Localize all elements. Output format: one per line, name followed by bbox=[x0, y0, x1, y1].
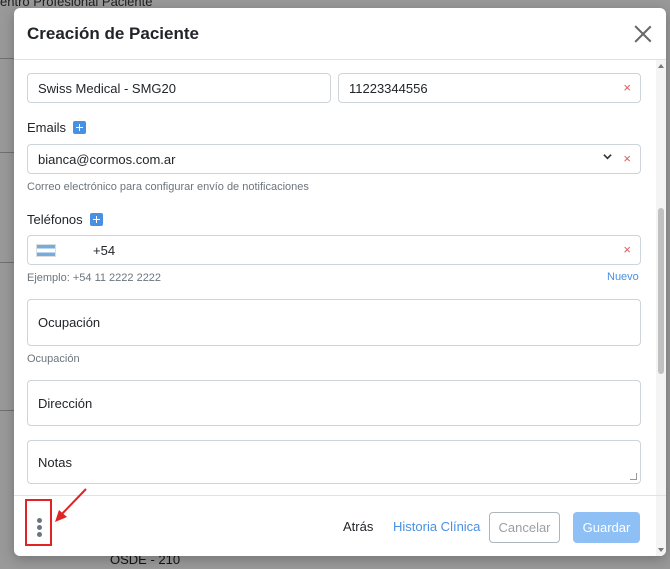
resize-handle-icon[interactable] bbox=[630, 473, 637, 480]
add-phone-plus-icon[interactable] bbox=[89, 213, 103, 226]
occupation-placeholder: Ocupación bbox=[38, 315, 101, 330]
clear-member-number-icon[interactable]: × bbox=[623, 80, 631, 95]
address-input[interactable]: Dirección bbox=[27, 380, 641, 426]
notes-placeholder: Notas bbox=[38, 454, 72, 470]
member-number-field[interactable]: 11223344556 × bbox=[338, 73, 641, 103]
phones-label: Teléfonos bbox=[27, 212, 83, 227]
add-email-plus-icon[interactable] bbox=[73, 121, 87, 134]
back-button[interactable]: Atrás bbox=[343, 519, 373, 534]
phones-label-row: Teléfonos bbox=[27, 212, 103, 227]
modal-title: Creación de Paciente bbox=[27, 24, 199, 43]
cancel-button[interactable]: Cancelar bbox=[489, 512, 560, 543]
email-value: bianca@cormos.com.ar bbox=[38, 151, 176, 167]
chevron-down-icon[interactable] bbox=[603, 152, 612, 161]
patient-creation-modal: Creación de Paciente Swiss Medical - SMG… bbox=[14, 8, 666, 556]
member-number-value: 11223344556 bbox=[349, 80, 428, 96]
notes-textarea[interactable]: Notas bbox=[27, 440, 641, 484]
occupation-help-text: Ocupación bbox=[27, 353, 80, 365]
clear-phone-icon[interactable]: × bbox=[623, 242, 631, 257]
phone-help-text: Ejemplo: +54 11 2222 2222 bbox=[27, 272, 162, 284]
annotation-highlight-box bbox=[25, 499, 52, 546]
emails-label: Emails bbox=[27, 120, 67, 135]
occupation-input[interactable]: Ocupación bbox=[27, 299, 641, 346]
modal-footer: Atrás Historia Clínica Cancelar Guardar bbox=[14, 495, 666, 556]
scroll-up-icon[interactable] bbox=[658, 64, 664, 68]
modal-scrollbar[interactable] bbox=[656, 60, 666, 556]
clear-email-icon[interactable]: × bbox=[623, 151, 631, 166]
emails-label-row: Emails bbox=[27, 120, 87, 135]
email-help-text: Correo electrónico para configurar envío… bbox=[27, 181, 309, 193]
phone-value: +54 bbox=[93, 242, 116, 258]
insurance-value: Swiss Medical - SMG20 bbox=[38, 80, 176, 96]
close-icon[interactable] bbox=[632, 23, 654, 45]
phone-field[interactable]: +54 × bbox=[27, 235, 641, 265]
modal-header: Creación de Paciente bbox=[14, 8, 666, 60]
clinical-history-button[interactable]: Historia Clínica bbox=[393, 519, 480, 534]
annotation-arrow-icon bbox=[55, 488, 87, 522]
email-field[interactable]: bianca@cormos.com.ar × bbox=[27, 144, 641, 174]
modal-body[interactable]: Swiss Medical - SMG20 11223344556 × Emai… bbox=[14, 61, 666, 495]
new-phone-link[interactable]: Nuevo bbox=[607, 271, 639, 283]
argentina-flag-icon[interactable] bbox=[36, 244, 56, 257]
scroll-thumb[interactable] bbox=[658, 208, 664, 374]
address-placeholder: Dirección bbox=[38, 395, 93, 411]
insurance-field[interactable]: Swiss Medical - SMG20 bbox=[27, 73, 331, 103]
save-button[interactable]: Guardar bbox=[573, 512, 640, 543]
